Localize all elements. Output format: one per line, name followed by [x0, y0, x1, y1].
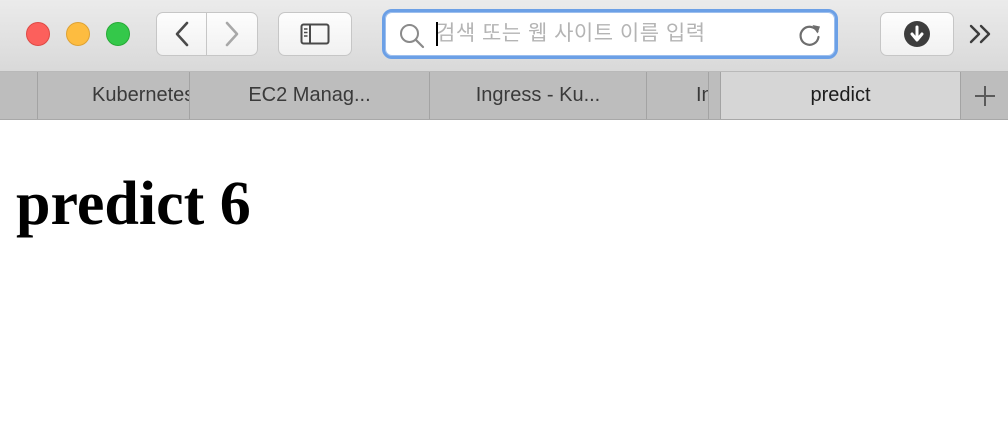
double-chevron-right-icon[interactable]	[968, 22, 994, 46]
tab-label: EC2 Manag...	[248, 84, 371, 106]
tab-label: Kubernetes	[92, 84, 189, 106]
tab-in[interactable]: In	[646, 72, 708, 119]
reload-icon[interactable]	[797, 22, 823, 48]
chevron-left-icon	[175, 21, 188, 47]
tab-label: predict	[810, 84, 871, 106]
maximize-window-button[interactable]	[106, 22, 130, 46]
tab-ingress[interactable]: Ingress - Ku...	[429, 72, 646, 119]
downloads-button[interactable]	[880, 12, 954, 56]
page-heading: predict 6	[16, 170, 251, 238]
address-placeholder: 검색 또는 웹 사이트 이름 입력	[436, 22, 706, 45]
tab-bar-leading-space	[0, 72, 37, 119]
search-icon	[400, 24, 425, 49]
text-caret	[436, 22, 438, 46]
back-button[interactable]	[156, 12, 207, 56]
sidebar-icon	[300, 23, 330, 45]
plus-icon	[974, 85, 995, 106]
tab-label: Ingress - Ku...	[475, 84, 601, 106]
download-icon	[904, 21, 930, 47]
tab-label: In	[696, 84, 708, 106]
tab-collapsed[interactable]	[708, 72, 720, 119]
sidebar-toggle-button[interactable]	[278, 12, 352, 56]
page-content: predict 6	[0, 120, 1008, 428]
address-bar[interactable]: 검색 또는 웹 사이트 이름 입력	[382, 9, 838, 59]
toolbar: 검색 또는 웹 사이트 이름 입력	[0, 0, 1008, 72]
tab-kubernetes[interactable]: Kubernetes	[37, 72, 189, 119]
tab-bar: Kubernetes EC2 Manag... Ingress - Ku... …	[0, 72, 1008, 120]
minimize-window-button[interactable]	[66, 22, 90, 46]
chevron-right-icon	[225, 21, 239, 47]
tab-predict[interactable]: predict	[720, 72, 960, 119]
forward-button[interactable]	[206, 12, 258, 56]
tab-ec2-management[interactable]: EC2 Manag...	[189, 72, 429, 119]
browser-window: 검색 또는 웹 사이트 이름 입력 Kubernetes EC2 Manag..…	[0, 0, 1008, 428]
close-window-button[interactable]	[26, 22, 50, 46]
new-tab-button[interactable]	[960, 72, 1008, 119]
